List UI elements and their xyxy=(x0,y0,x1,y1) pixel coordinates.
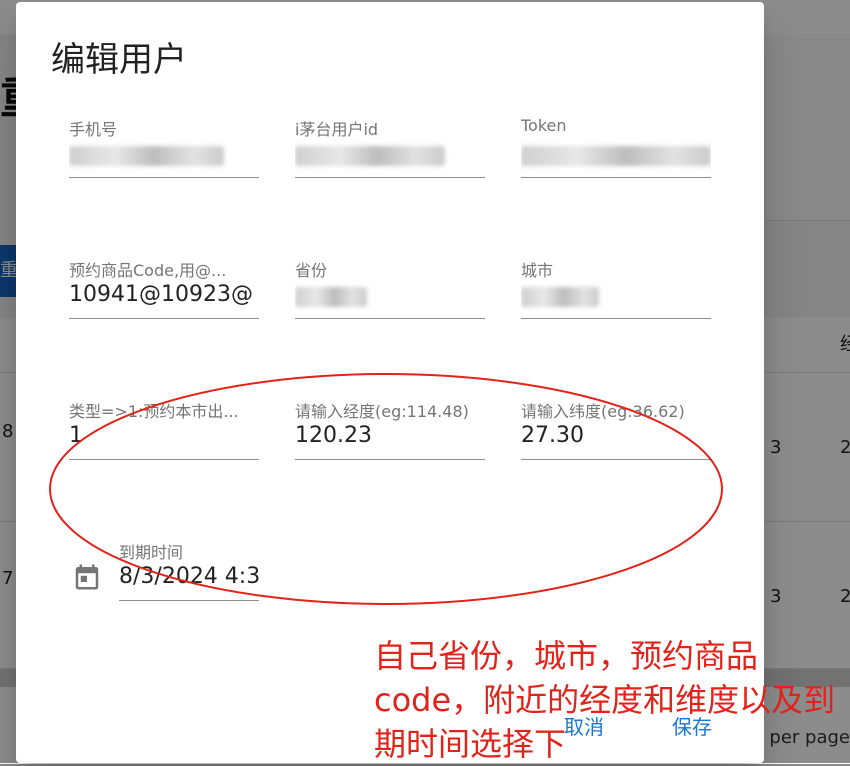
annotation-text: 自己省份，城市，预约商品code，附近的经度和维度以及到期时间选择下 xyxy=(374,637,836,763)
